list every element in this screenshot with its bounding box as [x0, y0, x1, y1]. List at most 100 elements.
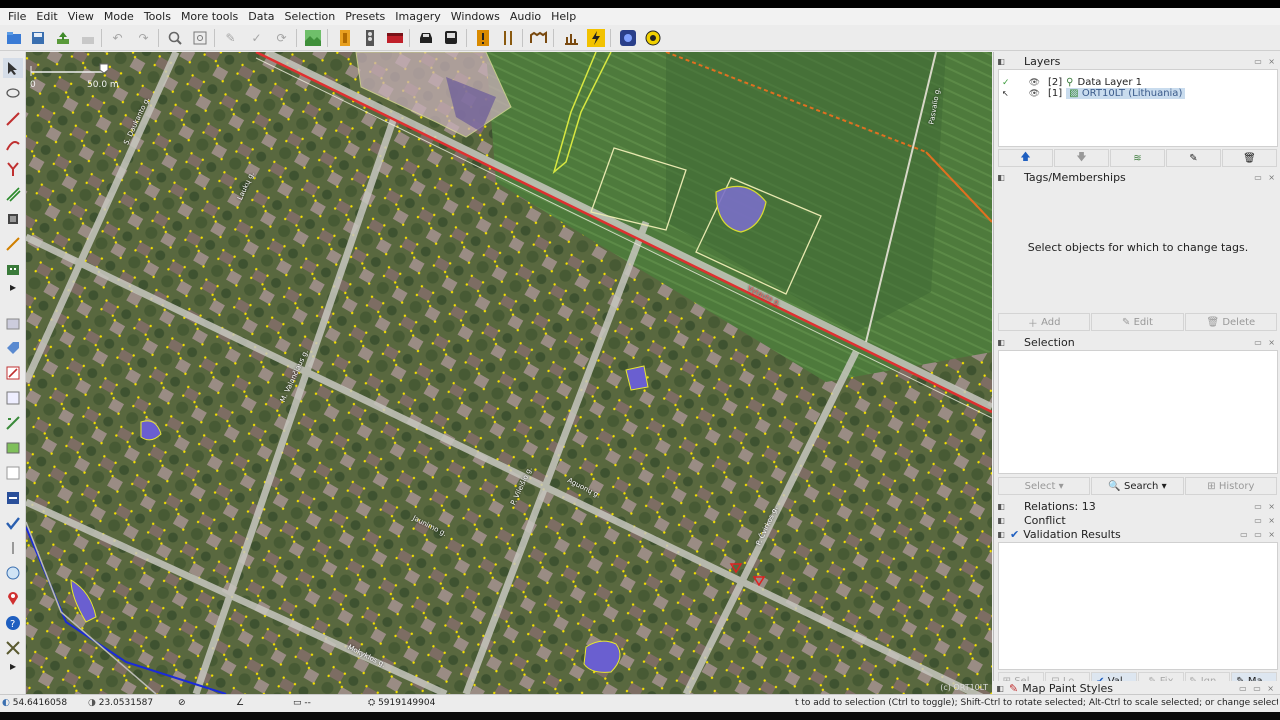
building-icon[interactable]	[3, 259, 23, 279]
image-icon[interactable]	[3, 438, 23, 458]
warning-icon[interactable]	[472, 27, 493, 48]
collapse-icon[interactable]: ◧	[994, 530, 1008, 539]
delete-layer-icon[interactable]: 🗑	[1222, 149, 1277, 167]
search-button[interactable]: 🔍 Search ▾	[1091, 477, 1184, 495]
plugin-icon[interactable]	[3, 638, 23, 658]
select-mode-icon[interactable]	[3, 58, 23, 78]
chart-icon[interactable]	[560, 27, 581, 48]
menu-mode[interactable]: Mode	[99, 8, 139, 25]
door-icon[interactable]	[334, 27, 355, 48]
aerial-imagery[interactable]	[26, 52, 992, 694]
lightning-icon[interactable]	[585, 27, 606, 48]
menu-edit[interactable]: Edit	[31, 8, 62, 25]
layers-panel-header[interactable]: ◧ Layers ▭ ×	[994, 54, 1280, 68]
expand-arrow-icon[interactable]: ▸	[3, 659, 23, 673]
menu-more-tools[interactable]: More tools	[176, 8, 243, 25]
imagery-icon[interactable]	[302, 27, 323, 48]
conflict-panel-header[interactable]: ◧ Conflict ▭ ×	[994, 513, 1280, 527]
menu-presets[interactable]: Presets	[340, 8, 390, 25]
parallel-icon[interactable]	[3, 184, 23, 204]
relations-panel-header[interactable]: ◧ Relations: 13 ▭ ×	[994, 499, 1280, 513]
map-marker-icon[interactable]	[3, 588, 23, 608]
properties-icon[interactable]: ✎	[1166, 149, 1221, 167]
menu-help[interactable]: Help	[546, 8, 581, 25]
notes-icon[interactable]	[3, 538, 23, 558]
validate-icon[interactable]: ✓	[246, 27, 267, 48]
gps-icon[interactable]	[3, 563, 23, 583]
layer-row[interactable]: ✓ 👁 [2] ⚲ Data Layer 1	[1002, 77, 1142, 88]
lasso-icon[interactable]	[3, 84, 23, 104]
imagery-attribution[interactable]: (c) ORT10LT	[940, 683, 988, 692]
zoom-fit-icon[interactable]	[189, 27, 210, 48]
conflict-icon[interactable]	[3, 488, 23, 508]
history-icon[interactable]	[3, 388, 23, 408]
collapse-icon[interactable]: ◧	[994, 57, 1008, 66]
relation-icon[interactable]	[3, 363, 23, 383]
expand-arrow-icon[interactable]: ▸	[3, 280, 23, 294]
menu-data[interactable]: Data	[243, 8, 279, 25]
delete-tag-button[interactable]: 🗑 Delete	[1184, 313, 1277, 331]
layer-row[interactable]: ↖ 👁 [1] ▨ ORT10LT (Lithuania)	[1002, 88, 1186, 99]
menu-file[interactable]: File	[3, 8, 31, 25]
select-button[interactable]: Select ▾	[998, 477, 1091, 495]
fence-icon[interactable]	[528, 27, 549, 48]
map-paint-panel-header[interactable]: ◧ ✎ Map Paint Styles ▭ ▭ ×	[993, 681, 1280, 695]
menu-tools[interactable]: Tools	[139, 8, 176, 25]
panel-controls-icon[interactable]: ▭ ×	[1254, 516, 1277, 525]
validation-panel-header[interactable]: ◧ ✔ Validation Results ▭ ▭ ×	[994, 527, 1280, 541]
panel-controls-icon[interactable]: ▭ ▭ ×	[1239, 684, 1276, 693]
add-tag-button[interactable]: ＋ Add	[998, 313, 1091, 331]
menu-selection[interactable]: Selection	[280, 8, 341, 25]
measure-icon[interactable]	[3, 413, 23, 433]
collapse-icon[interactable]: ◧	[994, 173, 1008, 182]
improve-way-icon[interactable]	[3, 234, 23, 254]
filter-icon[interactable]	[3, 463, 23, 483]
zoom-icon[interactable]	[164, 27, 185, 48]
selection-list[interactable]	[998, 350, 1278, 474]
menu-windows[interactable]: Windows	[446, 8, 505, 25]
menu-view[interactable]: View	[63, 8, 99, 25]
panel-controls-icon[interactable]: ▭ ×	[1254, 57, 1277, 66]
restaurant-icon[interactable]	[497, 27, 518, 48]
tags-panel-header[interactable]: ◧ Tags/Memberships ▭ ×	[994, 170, 1280, 184]
panel-controls-icon[interactable]: ▭ ▭ ×	[1240, 530, 1277, 539]
merge-icon[interactable]: ≋	[1110, 149, 1165, 167]
flag-icon[interactable]	[384, 27, 405, 48]
car-icon[interactable]	[415, 27, 436, 48]
move-up-icon[interactable]: 🡅	[998, 149, 1053, 167]
expand-icon[interactable]: ◧	[994, 516, 1008, 525]
move-down-icon[interactable]: 🡇	[1054, 149, 1109, 167]
history-button[interactable]: ⊞ History	[1184, 477, 1277, 495]
panel-controls-icon[interactable]: ▭ ×	[1254, 338, 1277, 347]
bus-icon[interactable]	[440, 27, 461, 48]
expand-icon[interactable]: ◧	[994, 502, 1008, 511]
area-icon[interactable]	[3, 314, 23, 334]
panel-controls-icon[interactable]: ▭ ×	[1254, 173, 1277, 182]
menu-audio[interactable]: Audio	[505, 8, 546, 25]
preset-icon[interactable]: ✎	[220, 27, 241, 48]
panel-controls-icon[interactable]: ▭ ×	[1254, 502, 1277, 511]
undo-icon[interactable]: ↶	[107, 27, 128, 48]
refresh-icon[interactable]: ⟳	[271, 27, 292, 48]
save-icon[interactable]	[27, 27, 48, 48]
traffic-light-icon[interactable]	[359, 27, 380, 48]
selection-panel-header[interactable]: ◧ Selection ▭ ×	[994, 335, 1280, 349]
draw-node-icon[interactable]	[3, 134, 23, 154]
draw-way-icon[interactable]	[3, 109, 23, 129]
sun-icon[interactable]	[642, 27, 663, 48]
visibility-icon[interactable]: 👁	[1014, 89, 1040, 99]
validation-results-list[interactable]	[998, 542, 1278, 670]
open-icon[interactable]	[3, 27, 24, 48]
expand-icon[interactable]: ◧	[993, 684, 1007, 693]
download-icon[interactable]	[77, 27, 98, 48]
validation-check-icon[interactable]	[3, 513, 23, 533]
wms-icon[interactable]	[617, 27, 638, 48]
visibility-icon[interactable]: 👁	[1014, 78, 1040, 88]
map-view[interactable]: 0 50.0 m Vytauto g. M. Valančiaus g. P. …	[26, 52, 992, 694]
upload-icon[interactable]	[52, 27, 73, 48]
extrude-icon[interactable]	[3, 209, 23, 229]
collapse-icon[interactable]: ◧	[994, 338, 1008, 347]
split-icon[interactable]	[3, 159, 23, 179]
tag-icon[interactable]	[3, 338, 23, 358]
menu-imagery[interactable]: Imagery	[390, 8, 445, 25]
